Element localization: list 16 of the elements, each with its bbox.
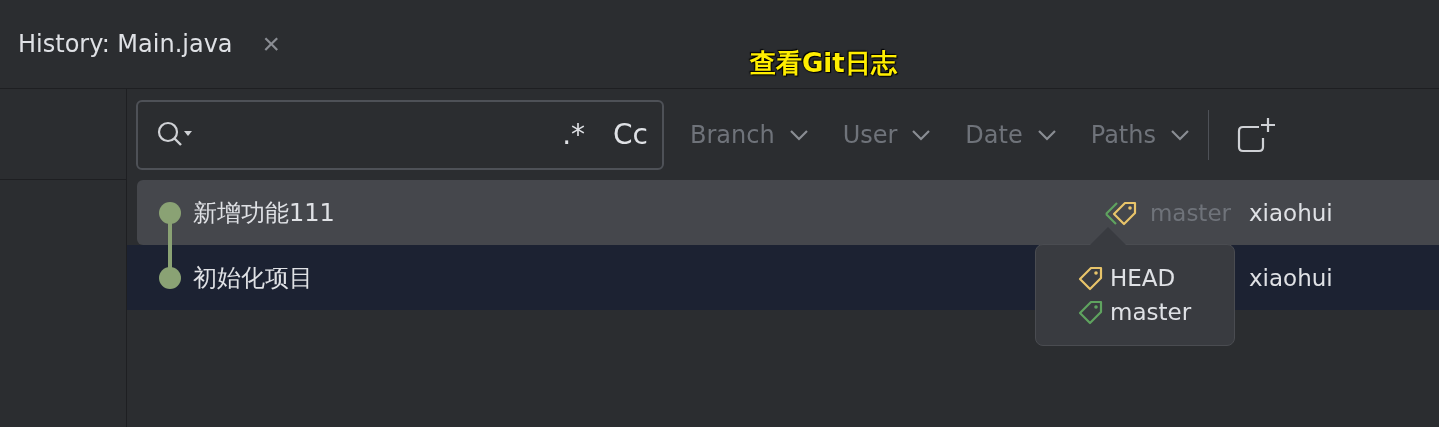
annotation-label: 查看Git日志	[750, 47, 897, 80]
search-field[interactable]: .* Cc	[136, 99, 664, 170]
commit-message: 新增功能111	[193, 197, 335, 229]
chevron-down-icon	[911, 128, 932, 141]
commit-message: 初始化项目	[193, 262, 313, 294]
ref-name: HEAD	[1110, 265, 1176, 291]
commit-author: xiaohui	[1249, 199, 1334, 226]
chevron-down-icon	[1036, 128, 1057, 141]
regex-toggle[interactable]: .*	[562, 118, 586, 151]
close-button[interactable]: ×	[262, 29, 281, 59]
graph-node-icon	[159, 266, 181, 289]
chevron-down-icon	[788, 128, 809, 141]
commit-author: xiaohui	[1249, 264, 1334, 291]
chevron-down-icon	[1169, 128, 1190, 141]
match-case-toggle[interactable]: Cc	[613, 118, 648, 151]
tab-title[interactable]: History: Main.java	[18, 30, 233, 58]
